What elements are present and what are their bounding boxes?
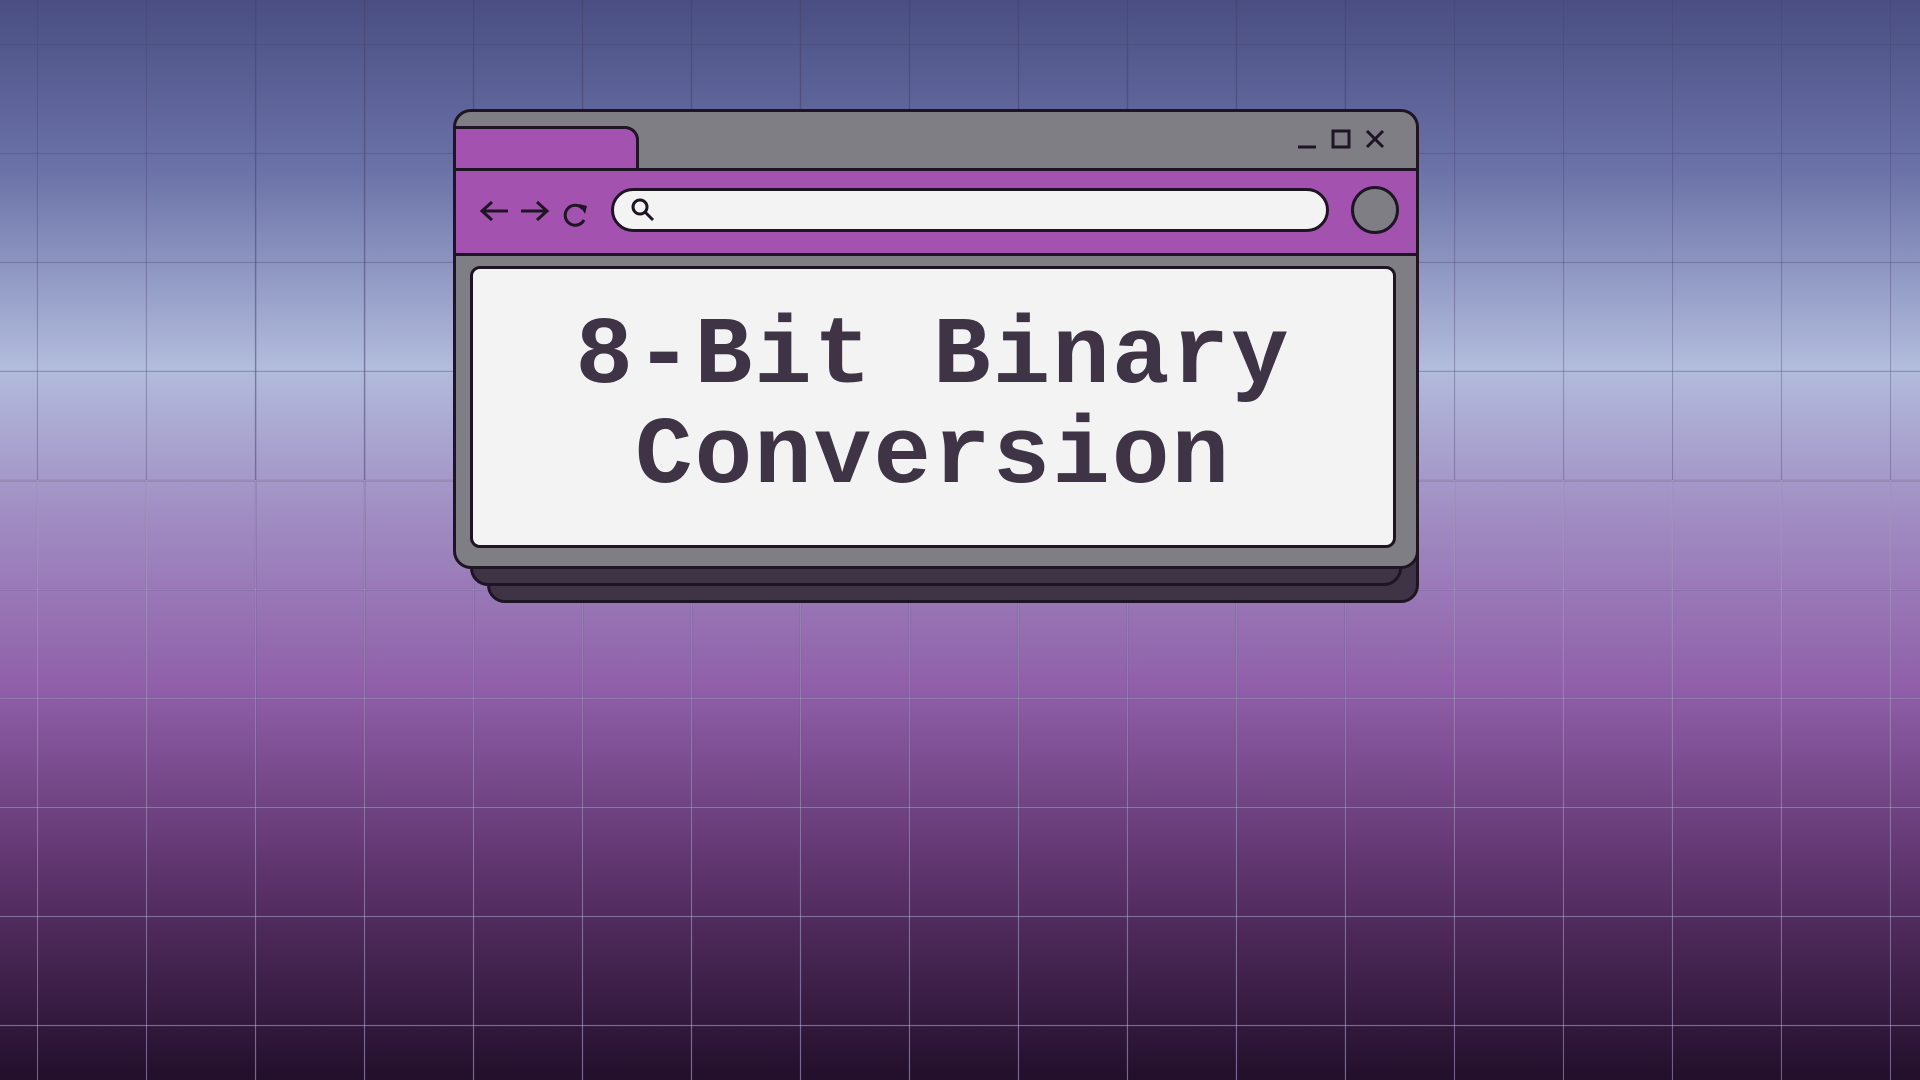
forward-button[interactable] [517,193,551,229]
title-line-1: 8-Bit Binary [575,302,1291,411]
browser-window: 8-Bit Binary Conversion [453,109,1419,569]
search-icon [628,195,658,225]
reload-icon [563,203,587,227]
browser-tab[interactable] [456,126,639,173]
maximize-icon [1331,129,1351,149]
back-button[interactable] [478,193,512,229]
title-line-2: Conversion [634,402,1232,511]
address-bar[interactable] [611,188,1329,232]
minimize-button[interactable] [1296,128,1318,150]
page-title: 8-Bit Binary Conversion [575,307,1290,507]
address-input[interactable] [658,198,1310,222]
arrow-right-icon [521,200,550,222]
close-button[interactable] [1364,128,1386,150]
arrow-left-icon [479,200,508,222]
maximize-button[interactable] [1330,128,1352,150]
browser-window-stack: 8-Bit Binary Conversion [453,109,1419,603]
minimize-icon [1298,145,1316,149]
page-content: 8-Bit Binary Conversion [470,266,1396,548]
profile-button[interactable] [1351,186,1399,234]
close-icon [1365,129,1385,149]
reload-button[interactable] [558,197,592,233]
browser-toolbar [456,168,1416,256]
window-controls [1296,128,1386,150]
